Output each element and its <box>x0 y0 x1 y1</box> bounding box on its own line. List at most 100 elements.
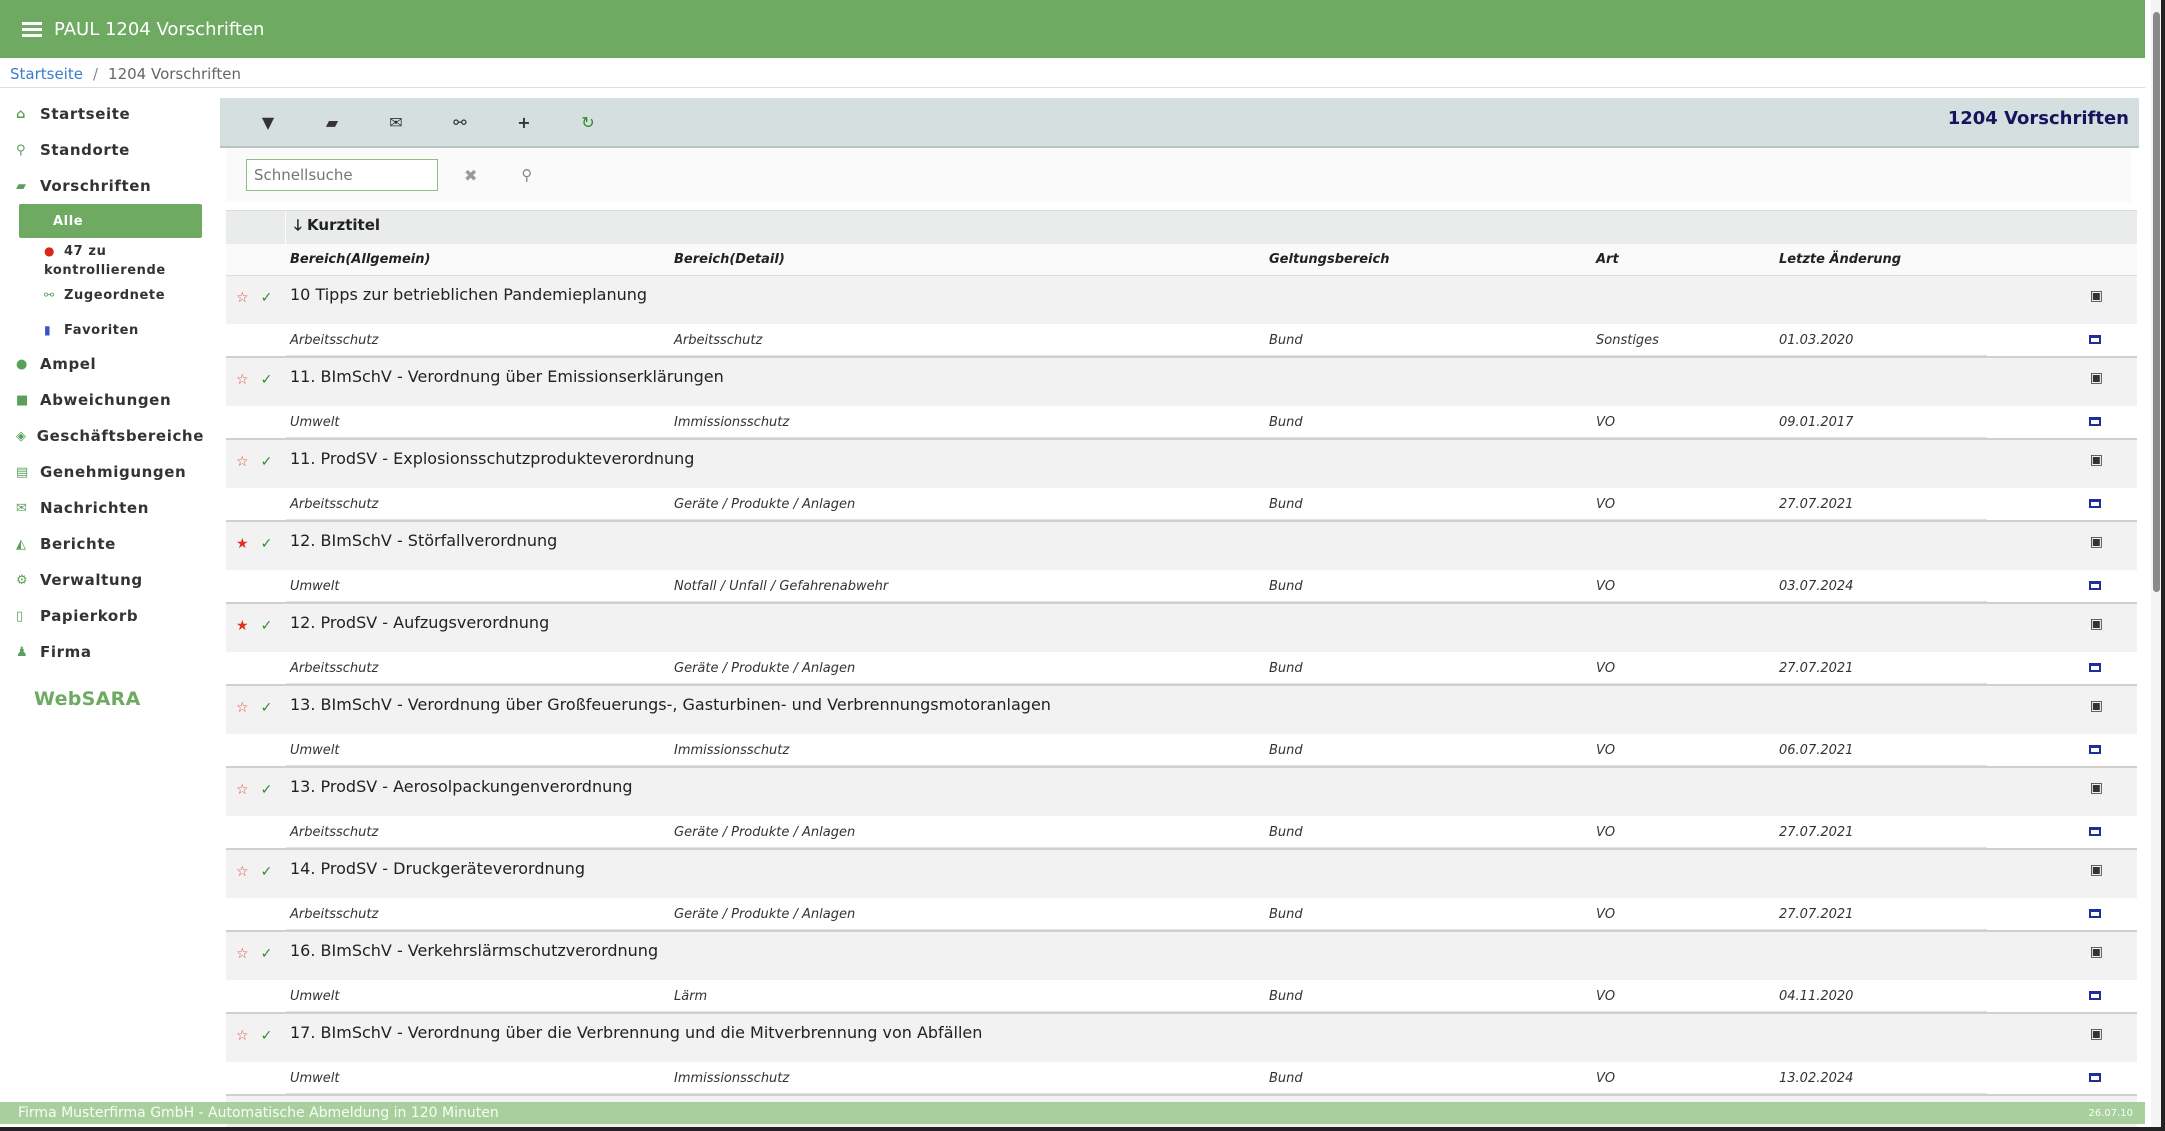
table-row[interactable]: ☆ ✓ 10 Tipps zur betrieblichen Pandemiepla… <box>226 276 2137 358</box>
sidebar-item-verwaltung[interactable]: ⚙ Verwaltung <box>0 562 204 598</box>
window-icon[interactable] <box>2089 335 2101 344</box>
sidebar-item-genehmigungen[interactable]: ▤ Genehmigungen <box>0 454 204 490</box>
cell-geltungsbereich: Bund <box>1269 824 1303 840</box>
sidebar-item-firma[interactable]: ♟ Firma <box>0 634 204 670</box>
link-icon[interactable]: ⚯ <box>428 113 492 132</box>
sidebar-item-abweichungen[interactable]: ■ Abweichungen <box>0 382 204 418</box>
row-title-line[interactable]: ★ ✓ 12. ProdSV - Aufzugsverordnung ▣ <box>226 604 2137 652</box>
row-title[interactable]: 10 Tipps zur betrieblichen Pandemieplanu… <box>286 276 647 304</box>
star-filled-icon[interactable]: ★ <box>236 618 249 634</box>
circle-icon: ● <box>16 356 28 372</box>
plus-icon[interactable]: + <box>492 113 556 132</box>
row-title[interactable]: 14. ProdSV - Druckgeräteverordnung <box>286 850 585 878</box>
row-title-line[interactable]: ☆ ✓ 16. BImSchV - Verkehrslärmschutzverord… <box>226 932 2137 980</box>
window-icon[interactable] <box>2089 663 2101 672</box>
refresh-icon[interactable]: ↻ <box>556 113 620 132</box>
sidebar-item-vorschriften[interactable]: ▰ Vorschriften <box>0 168 204 204</box>
window-icon[interactable] <box>2089 1073 2101 1082</box>
star-filled-icon[interactable]: ★ <box>236 536 249 552</box>
star-outline-icon[interactable]: ☆ <box>236 864 249 880</box>
window-icon[interactable] <box>2089 581 2101 590</box>
row-title[interactable]: 13. ProdSV - Aerosolpackungenverordnung <box>286 768 633 796</box>
search-icon[interactable]: ⚲ <box>521 166 532 184</box>
row-title[interactable]: 17. BImSchV - Verordnung über die Verbre… <box>286 1014 982 1042</box>
sidebar-item-geschaeftsbereiche[interactable]: ◈ Geschäftsbereiche <box>0 418 204 454</box>
scrollbar-thumb[interactable] <box>2153 12 2160 592</box>
row-title-line[interactable]: ☆ ✓ 10 Tipps zur betrieblichen Pandemiepla… <box>226 276 2137 324</box>
table-row[interactable]: ★ ✓ 12. ProdSV - Aufzugsverordnung ▣ Arbeits… <box>226 604 2137 686</box>
document-icon[interactable]: ▣ <box>2090 862 2103 878</box>
window-icon[interactable] <box>2089 499 2101 508</box>
cell-bereich-allgemein: Arbeitsschutz <box>290 906 379 922</box>
table-row[interactable]: ☆ ✓ 13. ProdSV - Aerosolpackungenverordnun… <box>226 768 2137 850</box>
clear-search-icon[interactable]: ✖ <box>464 166 477 185</box>
column-header-geltungsbereich[interactable]: Geltungsbereich <box>1265 252 1592 267</box>
document-icon[interactable]: ▣ <box>2090 288 2103 304</box>
sidebar-subitem-favoriten[interactable]: ▮ Favoriten <box>44 321 204 340</box>
row-title[interactable]: 16. BImSchV - Verkehrslärmschutzverordnu… <box>286 932 658 960</box>
hamburger-menu-icon[interactable] <box>22 21 42 37</box>
star-outline-icon[interactable]: ☆ <box>236 372 249 388</box>
filter-icon[interactable]: ▼ <box>236 113 300 132</box>
document-icon[interactable]: ▣ <box>2090 452 2103 468</box>
table-row[interactable]: ☆ ✓ 14. ProdSV - Druckgeräteverordnung ▣ Arb… <box>226 850 2137 932</box>
sidebar-subitem-label: 47 zu <box>64 244 107 259</box>
document-icon[interactable]: ▣ <box>2090 1026 2103 1042</box>
breadcrumb-home-link[interactable]: Startseite <box>10 65 83 83</box>
search-input[interactable] <box>246 159 438 191</box>
row-title[interactable]: 12. BImSchV - Störfallverordnung <box>286 522 557 550</box>
sidebar-item-standorte[interactable]: ⚲ Standorte <box>0 132 204 168</box>
sidebar-subitem-zugeordnete[interactable]: ⚯ Zugeordnete <box>44 286 204 305</box>
document-icon[interactable]: ▣ <box>2090 370 2103 386</box>
star-outline-icon[interactable]: ☆ <box>236 946 249 962</box>
sidebar-subitem-kontrollierende-line2[interactable]: kontrollierende <box>44 261 204 280</box>
row-title-line[interactable]: ☆ ✓ 17. BImSchV - Verordnung über die Verb… <box>226 1014 2137 1062</box>
star-outline-icon[interactable]: ☆ <box>236 1028 249 1044</box>
row-title-line[interactable]: ☆ ✓ 11. BImSchV - Verordnung über Emission… <box>226 358 2137 406</box>
star-outline-icon[interactable]: ☆ <box>236 782 249 798</box>
row-title[interactable]: 11. BImSchV - Verordnung über Emissionse… <box>286 358 724 386</box>
document-icon[interactable]: ▣ <box>2090 534 2103 550</box>
sidebar-item-papierkorb[interactable]: ▯ Papierkorb <box>0 598 204 634</box>
window-icon[interactable] <box>2089 745 2101 754</box>
star-outline-icon[interactable]: ☆ <box>236 700 249 716</box>
window-icon[interactable] <box>2089 991 2101 1000</box>
sort-kurztitel-button[interactable]: 🡓 Kurztitel <box>286 215 380 240</box>
window-icon[interactable] <box>2089 909 2101 918</box>
row-title[interactable]: 13. BImSchV - Verordnung über Großfeueru… <box>286 686 1051 714</box>
sidebar-item-startseite[interactable]: ⌂ Startseite <box>0 96 204 132</box>
sidebar-item-ampel[interactable]: ● Ampel <box>0 346 204 382</box>
window-icon[interactable] <box>2089 827 2101 836</box>
table-row[interactable]: ☆ ✓ 17. BImSchV - Verordnung über die Verb… <box>226 1014 2137 1096</box>
inbox-icon[interactable]: ✉ <box>364 113 428 132</box>
table-row[interactable]: ★ ✓ 12. BImSchV - Störfallverordnung ▣ Umwel… <box>226 522 2137 604</box>
document-icon[interactable]: ▣ <box>2090 944 2103 960</box>
row-title[interactable]: 11. ProdSV - Explosionsschutzproduktever… <box>286 440 694 468</box>
column-header-letzte-aenderung[interactable]: Letzte Änderung <box>1775 252 2063 267</box>
sidebar-subitem-alle[interactable]: Alle <box>19 204 202 238</box>
sidebar-item-nachrichten[interactable]: ✉ Nachrichten <box>0 490 204 526</box>
star-outline-icon[interactable]: ☆ <box>236 290 249 306</box>
window-icon[interactable] <box>2089 417 2101 426</box>
row-title-line[interactable]: ☆ ✓ 13. ProdSV - Aerosolpackungenverordnun… <box>226 768 2137 816</box>
table-row[interactable]: ☆ ✓ 11. ProdSV - Explosionsschutzproduktev… <box>226 440 2137 522</box>
table-row[interactable]: ☆ ✓ 11. BImSchV - Verordnung über Emission… <box>226 358 2137 440</box>
column-header-bereich-detail[interactable]: Bereich(Detail) <box>670 252 1265 267</box>
document-icon[interactable]: ▣ <box>2090 698 2103 714</box>
row-title-line[interactable]: ☆ ✓ 13. BImSchV - Verordnung über Großfeue… <box>226 686 2137 734</box>
document-icon[interactable]: ▣ <box>2090 616 2103 632</box>
column-header-bereich-allgemein[interactable]: Bereich(Allgemein) <box>286 252 670 267</box>
row-meta-line: Umwelt Lärm Bund VO 04.11.2020 <box>226 980 2137 1012</box>
table-row[interactable]: ☆ ✓ 13. BImSchV - Verordnung über Großfeue… <box>226 686 2137 768</box>
document-icon[interactable]: ▣ <box>2090 780 2103 796</box>
table-row[interactable]: ☆ ✓ 16. BImSchV - Verkehrslärmschutzverord… <box>226 932 2137 1014</box>
sidebar-item-berichte[interactable]: ◭ Berichte <box>0 526 204 562</box>
star-outline-icon[interactable]: ☆ <box>236 454 249 470</box>
row-title[interactable]: 12. ProdSV - Aufzugsverordnung <box>286 604 549 632</box>
sidebar-subitem-kontrollierende[interactable]: ● 47 zu <box>44 242 204 261</box>
column-header-art[interactable]: Art <box>1592 252 1775 267</box>
row-title-line[interactable]: ★ ✓ 12. BImSchV - Störfallverordnung ▣ <box>226 522 2137 570</box>
book-icon[interactable]: ▰ <box>300 113 364 132</box>
row-title-line[interactable]: ☆ ✓ 14. ProdSV - Druckgeräteverordnung ▣ <box>226 850 2137 898</box>
row-title-line[interactable]: ☆ ✓ 11. ProdSV - Explosionsschutzproduktev… <box>226 440 2137 488</box>
